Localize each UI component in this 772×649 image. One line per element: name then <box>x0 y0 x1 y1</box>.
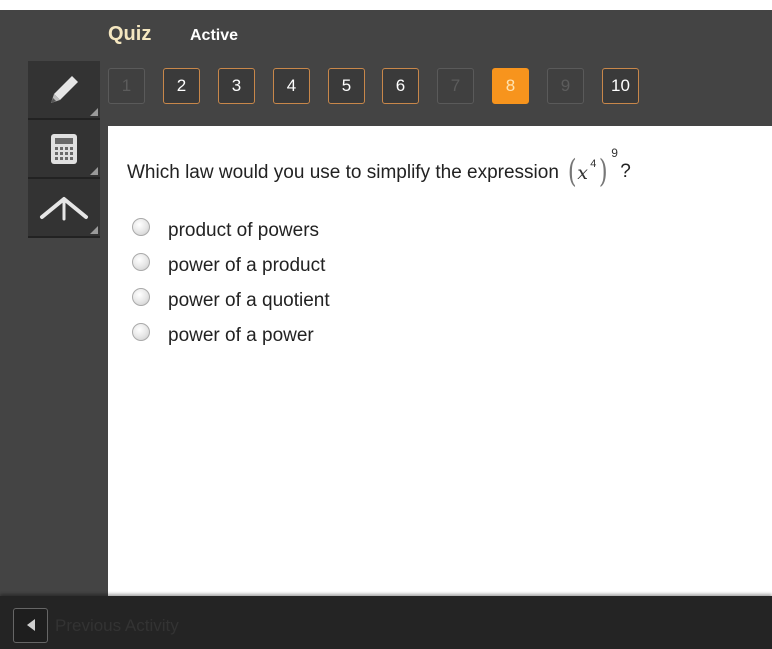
question-nav-10[interactable]: 10 <box>602 68 639 104</box>
option-label: power of a quotient <box>168 290 330 312</box>
question-nav-2[interactable]: 2 <box>163 68 200 104</box>
calculator-icon <box>50 133 78 165</box>
radio-button[interactable] <box>132 323 150 341</box>
question-nav-4[interactable]: 4 <box>273 68 310 104</box>
math-expression: ( x 4 ) 9 ? <box>566 158 628 188</box>
question-nav-3[interactable]: 3 <box>218 68 255 104</box>
footer-bar: Previous Activity <box>0 596 772 649</box>
previous-activity-link[interactable]: Previous Activity <box>55 616 179 636</box>
option-label: product of powers <box>168 220 319 242</box>
radio-button[interactable] <box>132 218 150 236</box>
status-label: Active <box>190 27 238 45</box>
expression-base: x <box>577 162 588 184</box>
question-prompt: Which law would you use to simplify the … <box>127 158 628 188</box>
option-label: power of a power <box>168 325 314 347</box>
question-panel: Which law would you use to simplify the … <box>108 126 772 596</box>
option-label: power of a product <box>168 255 325 277</box>
expand-corner-icon <box>90 108 98 116</box>
inner-exponent: 4 <box>590 158 596 170</box>
calculator-tool-button[interactable] <box>28 120 100 179</box>
outer-exponent: 9 <box>611 146 618 160</box>
top-strip <box>0 0 772 10</box>
close-paren: ) <box>599 152 608 190</box>
question-nav-6[interactable]: 6 <box>382 68 419 104</box>
page-title: Quiz <box>108 23 151 46</box>
previous-activity-button[interactable] <box>13 608 48 643</box>
open-paren: ( <box>568 152 577 190</box>
pencil-tool-button[interactable] <box>28 61 100 120</box>
question-mark: ? <box>620 161 631 183</box>
question-nav-5[interactable]: 5 <box>328 68 365 104</box>
radio-button[interactable] <box>132 288 150 306</box>
expand-corner-icon <box>90 167 98 175</box>
expand-corner-icon <box>90 226 98 234</box>
pencil-icon <box>46 72 82 108</box>
radio-button[interactable] <box>132 253 150 271</box>
collapse-tool-button[interactable] <box>28 179 100 238</box>
chevron-up-icon <box>39 193 89 223</box>
question-nav-9[interactable]: 9 <box>547 68 584 104</box>
question-nav-7[interactable]: 7 <box>437 68 474 104</box>
arrow-left-icon <box>27 619 35 631</box>
question-nav-1[interactable]: 1 <box>108 68 145 104</box>
question-nav-8[interactable]: 8 <box>492 68 529 104</box>
tool-panel <box>28 61 100 238</box>
question-text: Which law would you use to simplify the … <box>127 162 559 183</box>
